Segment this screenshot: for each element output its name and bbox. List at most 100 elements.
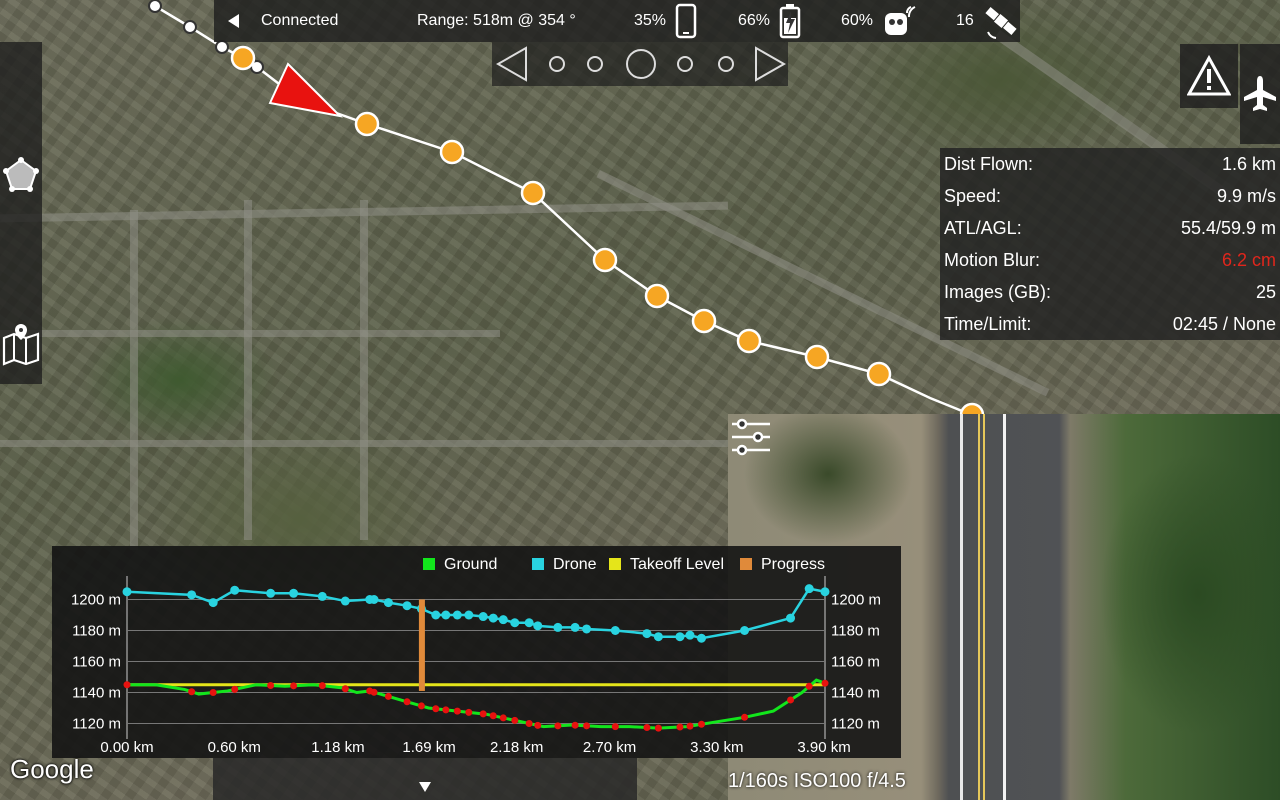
bottom-drawer-handle[interactable]: [213, 758, 637, 800]
phone-battery-value: 35%: [634, 12, 667, 29]
waypoint-navigator: [492, 42, 788, 86]
telemetry-row-dist: Dist Flown: 1.6 km: [944, 148, 1276, 180]
ground-waypoint-point: [453, 707, 461, 715]
telemetry-label: Time/Limit:: [944, 313, 1032, 334]
airplane-icon: [1244, 76, 1276, 111]
connection-status: Connected: [261, 12, 339, 29]
drone-waypoint-point: [452, 610, 462, 620]
drone-waypoint-point: [289, 588, 299, 598]
ground-waypoint-point: [442, 706, 450, 714]
y-tick-label-right: 1180 m: [831, 623, 880, 640]
map-street: [360, 200, 368, 540]
x-tick-label: 2.70 km: [583, 739, 636, 756]
ground-waypoint-point: [231, 685, 239, 693]
ground-waypoint-point: [534, 721, 542, 729]
telemetry-value: 25: [1255, 281, 1276, 302]
drone-waypoint-point: [642, 629, 652, 639]
y-tick-label-left: 1160 m: [72, 654, 121, 671]
drone-waypoint-point: [524, 618, 534, 628]
telemetry-row-images: Images (GB): 25: [944, 276, 1276, 308]
drone-waypoint-point: [740, 626, 750, 635]
telemetry-row-speed: Speed: 9.9 m/s: [944, 180, 1276, 212]
status-bar: Connected Range: 518m @ 354 ° 35% 66% 60…: [214, 0, 1020, 42]
telemetry-value: 02:45 / None: [1172, 313, 1276, 334]
drone-waypoint-point: [122, 587, 132, 597]
remote-battery: 60%: [841, 0, 917, 42]
google-logo: Google: [10, 754, 94, 784]
ground-waypoint-point: [209, 689, 217, 696]
map-street: [130, 210, 138, 550]
road-lane-line: [983, 414, 985, 800]
drone-waypoint-point: [510, 618, 520, 628]
telemetry-label: Speed:: [944, 185, 1002, 206]
ground-waypoint-point: [676, 723, 684, 731]
ground-waypoint-point: [489, 712, 497, 720]
legend-swatch: [423, 558, 435, 570]
drone-waypoint-point: [402, 601, 412, 611]
collapse-icon: [419, 782, 431, 792]
y-tick-label-right: 1200 m: [831, 592, 881, 609]
drone-waypoint-point: [464, 610, 474, 620]
drone-waypoint-point: [488, 613, 498, 623]
legend-swatch: [609, 558, 621, 570]
y-tick-label-left: 1140 m: [72, 685, 121, 702]
legend-label: Ground: [444, 556, 497, 573]
prev-icon: [495, 46, 527, 82]
ground-waypoint-point: [654, 724, 662, 732]
warning-button[interactable]: [1180, 44, 1238, 108]
map-icon: [2, 324, 40, 366]
telemetry-value-warning: 6.2 cm: [1221, 249, 1276, 270]
telemetry-label: Motion Blur:: [944, 249, 1041, 270]
x-tick-label: 0.60 km: [208, 739, 261, 756]
telemetry-label: Dist Flown:: [944, 153, 1034, 174]
drone-waypoint-point: [675, 632, 685, 642]
settings-sliders-button[interactable]: [726, 412, 776, 462]
map-street: [244, 200, 252, 540]
ground-waypoint-point: [697, 720, 705, 728]
x-tick-label: 3.30 km: [690, 739, 743, 756]
camera-exposure-info: 1/160s ISO100 f/4.5: [728, 770, 906, 792]
road-lane-line: [960, 414, 963, 800]
drone-waypoint-point: [820, 587, 830, 597]
ground-waypoint-point: [643, 724, 651, 732]
remote-battery-value: 60%: [841, 12, 874, 29]
drone-waypoint-point: [441, 610, 451, 620]
ground-waypoint-point: [805, 682, 813, 690]
left-toolbar: [0, 42, 42, 384]
polygon-tool-button[interactable]: [0, 150, 42, 200]
ground-waypoint-point: [341, 685, 349, 693]
legend-swatch: [532, 558, 544, 570]
telemetry-row-altitude: ATL/AGL: 55.4/59.9 m: [944, 212, 1276, 244]
drone-battery-value: 66%: [738, 12, 771, 29]
map-type-button[interactable]: [0, 320, 42, 370]
ground-waypoint-point: [318, 682, 326, 690]
back-button[interactable]: [226, 0, 240, 42]
waypoint-navigator-graphic: [495, 46, 787, 82]
drone-waypoint-point: [498, 615, 508, 625]
drone-waypoint-point: [653, 632, 663, 642]
phone-battery: 35%: [634, 0, 698, 42]
elevation-chart-panel[interactable]: 1200 m 1200 m 1180 m 1180 m 1160 m 1160 m 1140…: [52, 546, 901, 758]
ground-waypoint-point: [384, 692, 392, 700]
y-tick-label-right: 1120 m: [831, 716, 880, 733]
ground-waypoint-point: [290, 682, 298, 690]
road-lane-line: [1003, 414, 1006, 800]
ground-waypoint-point: [417, 702, 425, 710]
waypoint-dot: [587, 56, 603, 72]
waypoint-dot: [677, 56, 693, 72]
phone-icon: [675, 3, 697, 39]
y-tick-label-left: 1120 m: [72, 716, 121, 733]
waypoint-dot: [718, 56, 734, 72]
drone-waypoint-point: [187, 590, 197, 600]
sliders-icon: [732, 418, 770, 456]
ground-waypoint-point: [465, 708, 473, 716]
drone-waypoint-point: [431, 610, 441, 620]
drone-waypoint-point: [610, 626, 620, 635]
telemetry-panel: Dist Flown: 1.6 km Speed: 9.9 m/s ATL/AG…: [940, 148, 1280, 340]
waypoint-dot: [549, 56, 565, 72]
road-lane-line: [978, 414, 980, 800]
takeoff-button[interactable]: [1240, 44, 1280, 144]
ground-waypoint-point: [499, 714, 507, 722]
drone-waypoint-point: [478, 612, 488, 622]
drone-waypoint-point: [804, 584, 814, 594]
